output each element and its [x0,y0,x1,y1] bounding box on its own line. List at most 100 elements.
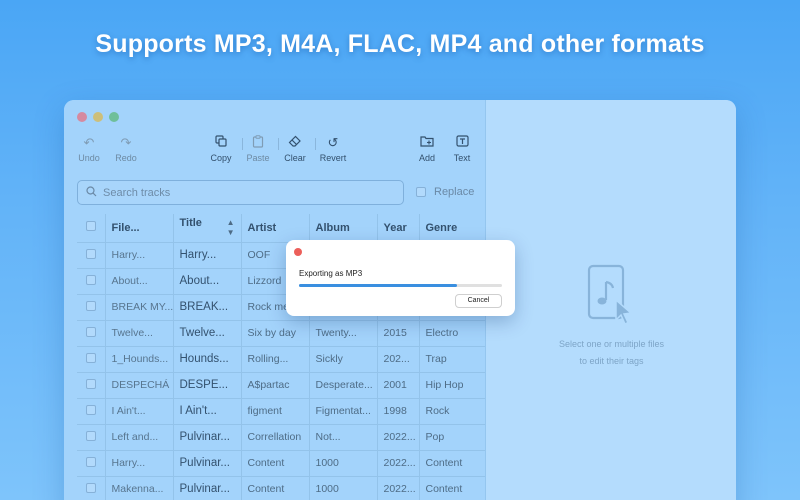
column-header-artist[interactable]: Artist [241,214,310,243]
table-row[interactable]: I Ain't... I Ain't... figment Figmentat... 1… [77,398,487,425]
column-header-year[interactable]: Year [377,214,420,243]
minimize-window-button[interactable] [93,112,103,122]
row-select-cell[interactable] [77,476,106,500]
revert-button[interactable]: ↺ Revert [313,135,353,163]
column-header-title[interactable]: Title ▲ ▼ [173,214,242,243]
cell-album[interactable]: 1000 [309,450,378,477]
cell-album[interactable]: Desperate... [309,372,378,399]
cell-artist[interactable]: Content [241,476,310,500]
select-all-cell[interactable] [77,214,106,243]
add-button[interactable]: Add [407,135,447,163]
column-header-genre[interactable]: Genre [419,214,487,243]
cell-artist[interactable]: Rolling... [241,346,310,373]
cell-year[interactable]: 1998 [377,398,420,425]
cell-year[interactable]: 2001 [377,372,420,399]
cancel-button[interactable]: Cancel [455,294,502,308]
cell-genre[interactable]: Trap [419,346,487,373]
row-checkbox[interactable] [85,404,96,415]
row-checkbox[interactable] [85,378,96,389]
cell-title[interactable]: Pulvinar... [173,424,242,451]
cell-album[interactable]: 1000 [309,476,378,500]
cell-artist[interactable]: Six by day [241,320,310,347]
cell-title[interactable]: Twelve... [173,320,242,347]
select-all-checkbox[interactable] [85,221,96,232]
row-checkbox[interactable] [85,326,96,337]
cell-year[interactable]: 202... [377,346,420,373]
cell-year[interactable]: 2022... [377,424,420,451]
cell-file[interactable]: 1_Hounds... [105,346,174,373]
row-select-cell[interactable] [77,242,106,269]
cell-file[interactable]: About... [105,268,174,295]
cell-file[interactable]: Twelve... [105,320,174,347]
cell-title[interactable]: Pulvinar... [173,476,242,500]
row-checkbox[interactable] [85,248,96,259]
column-header-album[interactable]: Album [309,214,378,243]
paste-button[interactable]: Paste [238,135,278,163]
cell-artist[interactable]: Correllation [241,424,310,451]
table-row[interactable]: Harry... Pulvinar... Content 1000 2022... Con… [77,450,487,477]
cell-file[interactable]: I Ain't... [105,398,174,425]
cell-year[interactable]: 2015 [377,320,420,347]
close-dialog-button[interactable] [294,248,302,256]
row-checkbox[interactable] [85,456,96,467]
table-row[interactable]: Left and... Pulvinar... Correllation Not...… [77,424,487,451]
cell-genre[interactable]: Rock [419,398,487,425]
cell-artist[interactable]: Content [241,450,310,477]
row-select-cell[interactable] [77,398,106,425]
search-field[interactable] [77,180,404,205]
replace-checkbox[interactable] [416,187,426,197]
cell-genre[interactable]: Electro [419,320,487,347]
table-row[interactable]: Twelve... Twelve... Six by day Twenty... 201… [77,320,487,347]
row-checkbox[interactable] [85,300,96,311]
undo-button[interactable]: ↶ Undo [69,135,109,163]
cell-file[interactable]: Harry... [105,242,174,269]
row-checkbox[interactable] [85,482,96,493]
row-select-cell[interactable] [77,294,106,321]
row-select-cell[interactable] [77,424,106,451]
replace-option[interactable]: Replace [416,186,474,198]
cell-title[interactable]: BREAK... [173,294,242,321]
row-select-cell[interactable] [77,372,106,399]
row-select-cell[interactable] [77,450,106,477]
cell-file[interactable]: DESPECHÁ [105,372,174,399]
row-select-cell[interactable] [77,346,106,373]
cell-album[interactable]: Sickly [309,346,378,373]
text-button[interactable]: Text [442,135,482,163]
zoom-window-button[interactable] [109,112,119,122]
cell-title[interactable]: I Ain't... [173,398,242,425]
cell-artist[interactable]: A$partac [241,372,310,399]
row-checkbox[interactable] [85,274,96,285]
table-row[interactable]: DESPECHÁ DESPE... A$partac Desperate... 2001… [77,372,487,399]
clear-button[interactable]: Clear [275,135,315,163]
cell-title[interactable]: DESPE... [173,372,242,399]
redo-button[interactable]: ↷ Redo [106,135,146,163]
column-header-file[interactable]: File... [105,214,174,243]
cell-file[interactable]: BREAK MY... [105,294,174,321]
cell-genre[interactable]: Hip Hop [419,372,487,399]
cell-genre[interactable]: Content [419,450,487,477]
cell-album[interactable]: Not... [309,424,378,451]
cell-title[interactable]: Pulvinar... [173,450,242,477]
cell-file[interactable]: Left and... [105,424,174,451]
row-checkbox[interactable] [85,352,96,363]
cell-title[interactable]: Harry... [173,242,242,269]
cell-file[interactable]: Harry... [105,450,174,477]
table-row[interactable]: 1_Hounds... Hounds... Rolling... Sickly 202.… [77,346,487,373]
cell-artist[interactable]: figment [241,398,310,425]
cell-year[interactable]: 2022... [377,476,420,500]
cell-genre[interactable]: Content [419,476,487,500]
cell-title[interactable]: Hounds... [173,346,242,373]
row-select-cell[interactable] [77,268,106,295]
row-select-cell[interactable] [77,320,106,347]
row-checkbox[interactable] [85,430,96,441]
table-row[interactable]: Makenna... Pulvinar... Content 1000 2022... C… [77,476,487,500]
cell-album[interactable]: Figmentat... [309,398,378,425]
search-input[interactable] [103,186,383,199]
cell-file[interactable]: Makenna... [105,476,174,500]
copy-button[interactable]: Copy [201,135,241,163]
cell-title[interactable]: About... [173,268,242,295]
close-window-button[interactable] [77,112,87,122]
cell-album[interactable]: Twenty... [309,320,378,347]
cell-year[interactable]: 2022... [377,450,420,477]
cell-genre[interactable]: Pop [419,424,487,451]
